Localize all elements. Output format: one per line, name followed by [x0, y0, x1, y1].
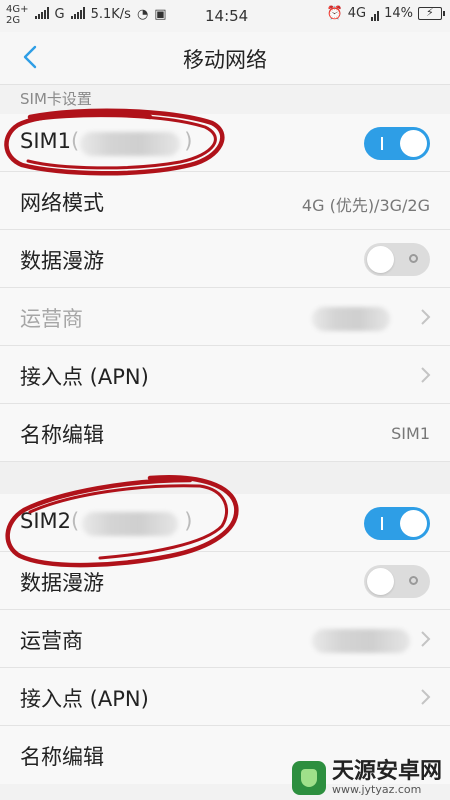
sim1-paren-close: ): [184, 129, 193, 153]
toggle-knob: [367, 246, 394, 273]
notification-icon: ▣: [154, 7, 167, 22]
sim1-carrier-blur: [80, 132, 180, 156]
sim1-carrier-value-blur: [312, 307, 390, 331]
sim1-toggle-row[interactable]: SIM1(): [0, 114, 450, 172]
status-bar: 4G+ 2G G 5.1K/s ◔ ▣ 14:54 ⏰ 4G 14% ⚡: [0, 0, 450, 32]
name-edit-value: SIM1: [391, 424, 430, 443]
clock: 14:54: [205, 7, 249, 25]
carrier-label: 运营商: [20, 307, 83, 331]
signal-icon-2: [70, 7, 85, 19]
sim2-paren-close: ): [184, 509, 193, 533]
network-mode-label: 网络模式: [20, 191, 104, 215]
title-bar: 移动网络: [0, 32, 450, 85]
toggle-knob: [400, 510, 427, 537]
sim1-roaming-toggle[interactable]: [364, 243, 430, 276]
network-type-g: G: [54, 7, 65, 22]
sim1-name: SIM1: [20, 129, 72, 153]
sim2-roaming-toggle[interactable]: [364, 565, 430, 598]
network-type-stack: 4G+ 2G: [6, 4, 29, 26]
signal-icon-3: [371, 9, 380, 21]
toggle-knob: [400, 130, 427, 157]
toggle-knob: [367, 568, 394, 595]
sim2-apn-row[interactable]: 接入点 (APN): [0, 668, 450, 726]
battery-icon: ⚡: [418, 6, 445, 20]
sim1-network-mode-row[interactable]: 网络模式 4G (优先)/3G/2G: [0, 172, 450, 230]
network-type-right: 4G: [347, 6, 367, 21]
toggle-off-mark-icon: [409, 576, 418, 585]
watermark-name: 天源安卓网: [331, 759, 442, 784]
name-edit-label: 名称编辑: [20, 745, 104, 769]
watermark-url: www.jytyaz.com: [331, 783, 422, 796]
data-roaming-label: 数据漫游: [20, 571, 104, 595]
battery-percent: 14%: [384, 6, 413, 21]
status-left: 4G+ 2G G 5.1K/s ◔ ▣: [6, 4, 167, 26]
carrier-label: 运营商: [20, 629, 83, 653]
sim2-carrier-value-blur: [312, 629, 410, 653]
network-speed: 5.1K/s: [90, 7, 131, 22]
sim1-roaming-row[interactable]: 数据漫游: [0, 230, 450, 288]
chevron-right-icon: [421, 367, 431, 383]
sim2-enable-toggle[interactable]: [364, 507, 430, 540]
chevron-right-icon: [421, 309, 431, 325]
sim1-carrier-row[interactable]: 运营商: [0, 288, 450, 346]
status-right: ⏰ 4G 14% ⚡: [326, 6, 445, 21]
sim2-roaming-row[interactable]: 数据漫游: [0, 552, 450, 610]
section-label-sim-settings: SIM卡设置: [20, 90, 92, 108]
data-roaming-label: 数据漫游: [20, 249, 104, 273]
sim2-paren-open: (: [71, 509, 80, 533]
section-gap: [0, 462, 450, 494]
watermark-text: 天源安卓网 www.jytyaz.com: [332, 760, 442, 796]
network-type-sim1: 4G+: [6, 4, 29, 15]
wifi-icon: ◔: [136, 7, 149, 22]
sim2-toggle-row[interactable]: SIM2(): [0, 494, 450, 552]
chevron-right-icon: [421, 631, 431, 647]
signal-icon: [34, 7, 49, 19]
sim1-enable-toggle[interactable]: [364, 127, 430, 160]
apn-label: 接入点 (APN): [20, 687, 149, 711]
toggle-on-mark-icon: [381, 137, 383, 150]
network-mode-value: 4G (优先)/3G/2G: [301, 196, 430, 215]
sim1-paren-open: (: [71, 129, 80, 153]
alarm-icon: ⏰: [326, 6, 343, 21]
watermark-logo-icon: [291, 761, 326, 795]
name-edit-label: 名称编辑: [20, 423, 104, 447]
toggle-on-mark-icon: [381, 517, 383, 530]
sim2-carrier-blur: [82, 512, 178, 536]
chevron-right-icon: [421, 689, 431, 705]
sim2-carrier-row[interactable]: 运营商: [0, 610, 450, 668]
sim1-name-edit-row[interactable]: 名称编辑 SIM1: [0, 404, 450, 462]
apn-label: 接入点 (APN): [20, 365, 149, 389]
toggle-off-mark-icon: [409, 254, 418, 263]
network-type-sim2: 2G: [6, 15, 21, 26]
sim1-apn-row[interactable]: 接入点 (APN): [0, 346, 450, 404]
watermark: 天源安卓网 www.jytyaz.com: [291, 760, 442, 796]
page-title: 移动网络: [183, 48, 267, 72]
sim2-name: SIM2: [20, 509, 72, 533]
